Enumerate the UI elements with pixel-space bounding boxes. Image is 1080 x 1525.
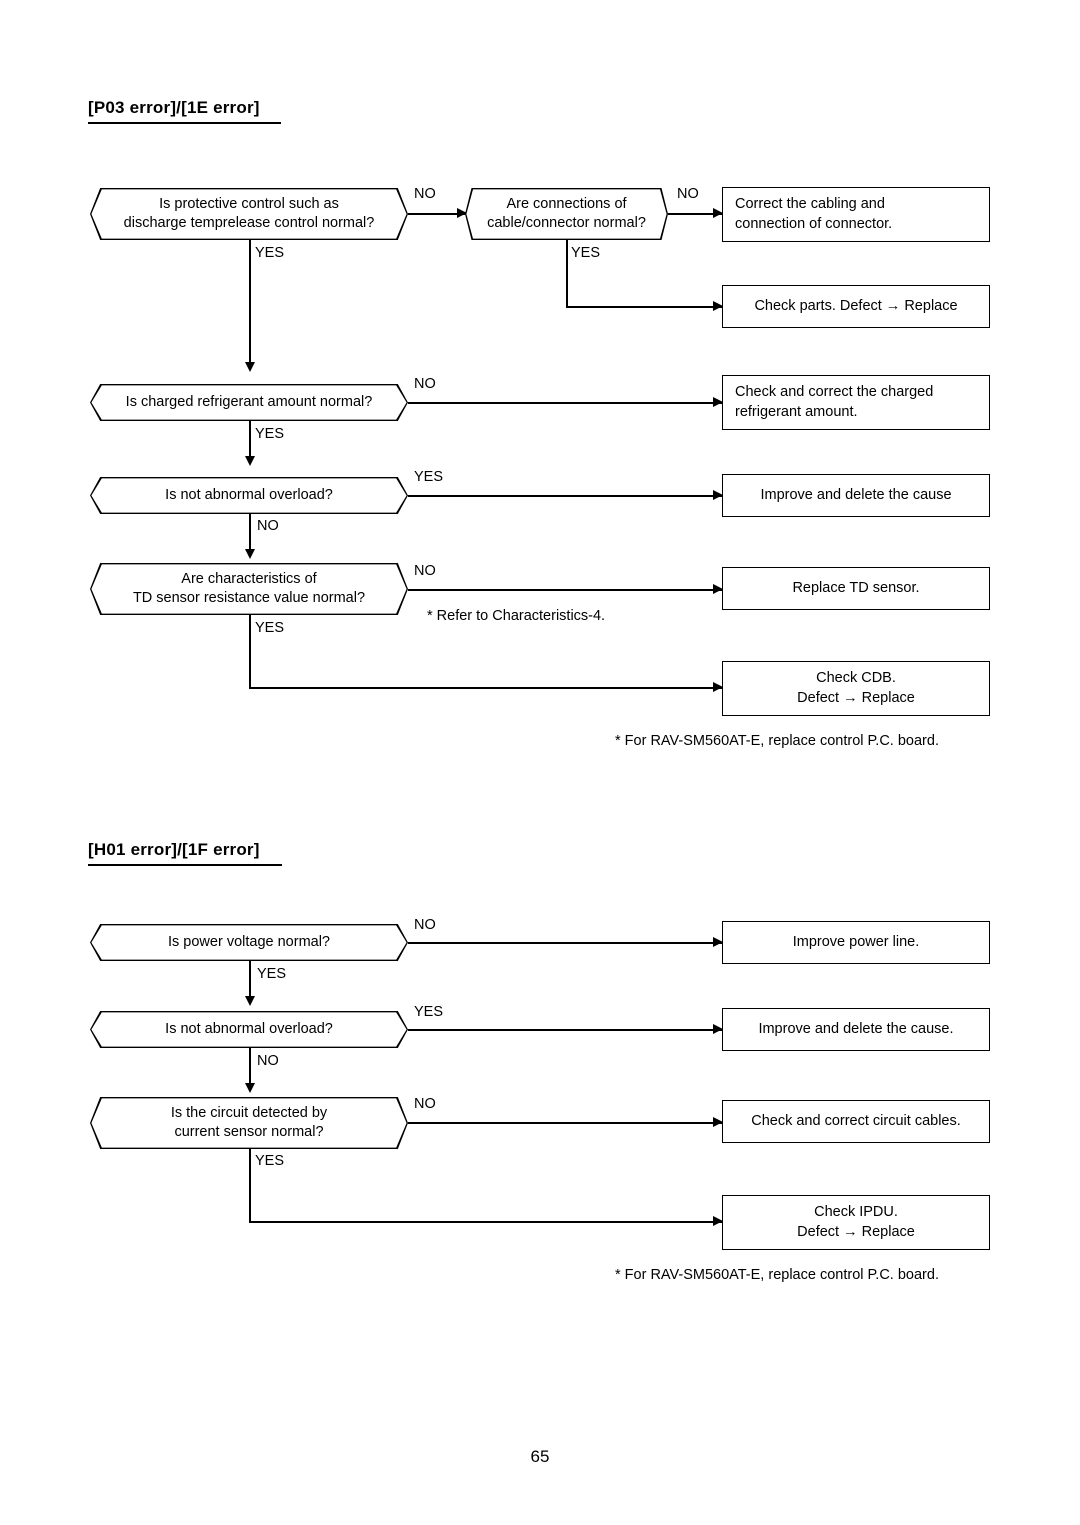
connector-q2-yes-vert	[566, 240, 568, 307]
action-correct-cabling[interactable]: Correct the cabling and connection of co…	[722, 187, 990, 242]
label-q3-yes: YES	[255, 426, 285, 442]
label-q2-no: NO	[677, 186, 699, 202]
action-improve-delete-cause-2[interactable]: Improve and delete the cause.	[722, 1008, 990, 1051]
decision-abnormal-overload-1[interactable]: Is not abnormal overload?	[90, 477, 408, 514]
label-q4-no: NO	[257, 518, 279, 534]
action-check-ipdu[interactable]: Check IPDU. Defect → Replace	[722, 1195, 990, 1250]
label-h01-q1-no: NO	[414, 917, 436, 933]
decision-refrigerant-amount-line1: Is charged refrigerant amount normal?	[125, 393, 373, 410]
action-improve-delete-cause-2-line1: Improve and delete the cause.	[758, 1020, 954, 1037]
connector-q4-yes	[408, 495, 722, 497]
section-title-underline-1	[88, 122, 281, 124]
action-improve-power-line-line1: Improve power line.	[792, 933, 920, 950]
connector-q2-yes-horiz	[566, 306, 722, 308]
decision-power-voltage-line1: Is power voltage normal?	[168, 933, 330, 950]
connector-h01-q1-no	[408, 942, 722, 944]
label-h01-q3-yes: YES	[255, 1153, 285, 1169]
decision-cable-connector-line1: Are connections of	[506, 195, 627, 212]
connector-q3-no	[408, 402, 722, 404]
decision-current-sensor-circuit-line1: Is the circuit detected by	[170, 1104, 328, 1121]
document-page: [P03 error]/[1E error] Is protective con…	[0, 0, 1080, 1525]
label-q5-no: NO	[414, 563, 436, 579]
note-rav-sm560at-e-1: * For RAV-SM560AT-E, replace control P.C…	[615, 733, 939, 749]
decision-abnormal-overload-2[interactable]: Is not abnormal overload?	[90, 1011, 408, 1048]
action-check-cdb-line1: Check CDB.	[816, 669, 896, 686]
action-replace-td-sensor[interactable]: Replace TD sensor.	[722, 567, 990, 610]
note-rav-sm560at-e-2: * For RAV-SM560AT-E, replace control P.C…	[615, 1267, 939, 1283]
action-replace-td-sensor-line1: Replace TD sensor.	[792, 579, 920, 596]
action-check-parts[interactable]: Check parts. Defect → Replace	[722, 285, 990, 328]
action-check-cdb[interactable]: Check CDB. Defect → Replace	[722, 661, 990, 716]
action-correct-cabling-line2: connection of connector.	[735, 215, 893, 232]
decision-cable-connector[interactable]: Are connections of cable/connector norma…	[465, 188, 668, 240]
connector-h01-q3-yes-horiz	[249, 1221, 722, 1223]
decision-abnormal-overload-1-line1: Is not abnormal overload?	[165, 486, 333, 503]
decision-td-sensor-characteristics-line2: TD sensor resistance value normal?	[132, 590, 366, 606]
decision-td-sensor-characteristics[interactable]: Are characteristics of TD sensor resista…	[90, 563, 408, 615]
label-h01-q3-no: NO	[414, 1096, 436, 1112]
action-improve-delete-cause-1-line1: Improve and delete the cause	[760, 486, 952, 503]
decision-current-sensor-circuit-line2: current sensor normal?	[174, 1124, 324, 1140]
action-check-refrigerant-line2: refrigerant amount.	[735, 403, 858, 420]
label-q1-no: NO	[414, 186, 436, 202]
label-q5-yes: YES	[255, 620, 285, 636]
action-check-refrigerant-line1: Check and correct the charged	[735, 383, 934, 400]
connector-h01-q3-no	[408, 1122, 722, 1124]
action-check-cdb-line2: Defect → Replace	[797, 689, 915, 706]
action-check-refrigerant[interactable]: Check and correct the charged refrigeran…	[722, 375, 990, 430]
arrowhead-h01-q1-yes	[245, 996, 255, 1006]
action-check-ipdu-line1: Check IPDU.	[814, 1203, 898, 1220]
arrowhead-q4-no	[245, 549, 255, 559]
decision-protective-control[interactable]: Is protective control such as discharge …	[90, 188, 408, 240]
note-refer-characteristics: * Refer to Characteristics-4.	[427, 608, 606, 624]
connector-h01-q2-yes	[408, 1029, 722, 1031]
connector-q5-yes-vert	[249, 615, 251, 689]
decision-protective-control-line1: Is protective control such as	[159, 195, 339, 212]
label-q4-yes: YES	[414, 469, 444, 485]
section-title-underline-2	[88, 864, 282, 866]
connector-q5-yes-horiz	[249, 687, 722, 689]
label-h01-q2-yes: YES	[414, 1004, 444, 1020]
arrowhead-h01-q2-no	[245, 1083, 255, 1093]
decision-power-voltage[interactable]: Is power voltage normal?	[90, 924, 408, 961]
decision-cable-connector-line2: cable/connector normal?	[487, 215, 646, 231]
action-improve-delete-cause-1[interactable]: Improve and delete the cause	[722, 474, 990, 517]
action-check-circuit-cables[interactable]: Check and correct circuit cables.	[722, 1100, 990, 1143]
label-q1-yes: YES	[255, 245, 285, 261]
connector-h01-q3-yes-vert	[249, 1149, 251, 1223]
decision-current-sensor-circuit[interactable]: Is the circuit detected by current senso…	[90, 1097, 408, 1149]
action-improve-power-line[interactable]: Improve power line.	[722, 921, 990, 964]
decision-refrigerant-amount[interactable]: Is charged refrigerant amount normal?	[90, 384, 408, 421]
section-title-p03: [P03 error]/[1E error]	[88, 98, 260, 117]
decision-td-sensor-characteristics-line1: Are characteristics of	[181, 570, 317, 587]
page-number: 65	[530, 1447, 550, 1466]
action-check-circuit-cables-line1: Check and correct circuit cables.	[751, 1112, 961, 1129]
action-check-parts-line1: Check parts. Defect → Replace	[754, 297, 958, 314]
label-h01-q1-yes: YES	[257, 966, 287, 982]
decision-abnormal-overload-2-line1: Is not abnormal overload?	[165, 1020, 333, 1037]
action-check-ipdu-line2: Defect → Replace	[797, 1223, 915, 1240]
connector-q5-no	[408, 589, 722, 591]
decision-protective-control-line2: discharge temprelease control normal?	[123, 215, 375, 231]
arrowhead-q1-yes	[245, 362, 255, 372]
connector-q1-yes	[249, 240, 251, 368]
section-title-h01: [H01 error]/[1F error]	[88, 840, 260, 859]
action-correct-cabling-line1: Correct the cabling and	[735, 195, 885, 212]
label-q2-yes: YES	[571, 245, 601, 261]
arrowhead-q3-yes	[245, 456, 255, 466]
label-q3-no: NO	[414, 376, 436, 392]
label-h01-q2-no: NO	[257, 1053, 279, 1069]
